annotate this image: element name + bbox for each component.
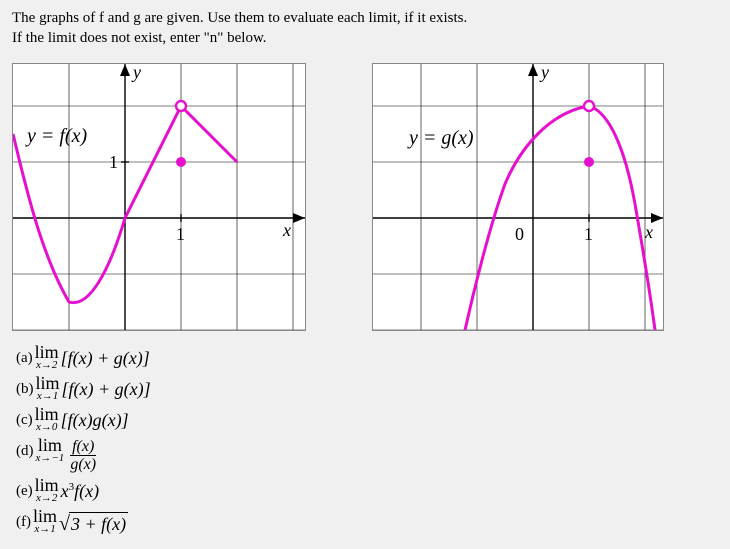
tick-y-f: 1 [109, 152, 118, 172]
graph-g: y = g(x) y x 0 1 [372, 63, 664, 331]
den-d: g(x) [70, 456, 96, 473]
lim-text: lim [38, 436, 62, 454]
tick-x-g: 1 [584, 224, 593, 244]
y-label-f: y [131, 64, 141, 82]
x-label-f: x [282, 220, 291, 240]
radicand-f: 3 + f(x) [71, 514, 126, 534]
lim-text: lim [35, 476, 59, 494]
curve-f-fall [181, 106, 237, 162]
expr-c: [f(x)g(x)] [61, 410, 129, 430]
graphs-row: y = f(x) y x 1 1 [12, 63, 718, 331]
expr-a: [f(x) + g(x)] [61, 348, 150, 368]
question-a: (a) lim x→2 [f(x) + g(x)] [16, 343, 718, 372]
question-f: (f) lim x→1 √3 + f(x) [16, 507, 718, 539]
fn-label-g: y = g(x) [407, 127, 474, 149]
tag-b: (b) [16, 374, 34, 401]
graph-f: y = f(x) y x 1 1 [12, 63, 306, 331]
tag-e: (e) [16, 476, 33, 503]
arrow-right-icon [293, 213, 305, 223]
tag-d: (d) [16, 436, 34, 463]
sub-e: x→2 [36, 493, 57, 504]
x-label-g: x [644, 222, 653, 242]
arrow-up-icon [528, 64, 538, 76]
tag-f: (f) [16, 507, 31, 534]
tag-a: (a) [16, 343, 33, 370]
lim-text: lim [36, 374, 60, 392]
fn-label-f: y = f(x) [25, 125, 87, 147]
expr-b: [f(x) + g(x)] [62, 379, 151, 399]
lim-text: lim [33, 507, 57, 525]
grid-g [373, 64, 663, 330]
arrow-up-icon [120, 64, 130, 76]
lim-text: lim [35, 343, 59, 361]
point-open-g [584, 101, 594, 111]
instr-line1: The graphs of f and g are given. Use the… [12, 10, 467, 26]
point-filled-f [176, 157, 186, 167]
sub-a: x→2 [36, 360, 57, 371]
y-label-g: y [539, 64, 549, 82]
expr-e1: x [61, 481, 69, 501]
point-open-f [176, 101, 186, 111]
tick-x-f: 1 [176, 224, 185, 244]
sub-f: x→1 [34, 524, 55, 535]
questions: (a) lim x→2 [f(x) + g(x)] (b) lim x→1 [f… [16, 343, 718, 539]
num-d: f(x) [72, 438, 94, 455]
question-b: (b) lim x→1 [f(x) + g(x)] [16, 374, 718, 403]
instr-line2: If the limit does not exist, enter "n" b… [12, 30, 267, 46]
sub-d: x→−1 [36, 453, 65, 464]
tick-zero-g: 0 [515, 224, 524, 244]
point-filled-g [584, 157, 594, 167]
grid-f [13, 64, 305, 330]
question-d: (d) lim x→−1 f(x) g(x) [16, 436, 718, 474]
lim-text: lim [35, 405, 59, 423]
question-c: (c) lim x→0 [f(x)g(x)] [16, 405, 718, 434]
question-e: (e) lim x→2 x3f(x) [16, 476, 718, 505]
sub-b: x→1 [37, 391, 58, 402]
sub-c: x→0 [36, 422, 57, 433]
instructions: The graphs of f and g are given. Use the… [12, 8, 718, 49]
tag-c: (c) [16, 405, 33, 432]
expr-e2: f(x) [74, 481, 99, 501]
